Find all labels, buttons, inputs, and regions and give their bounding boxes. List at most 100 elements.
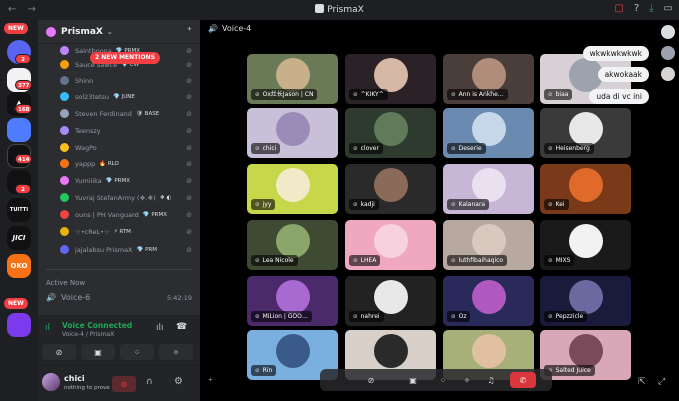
voice-stage: 🔊 Voice-4 ⊘ Ox灶长Jason | CN ⊘ ^KIKY^ ⊘ Ann is A… <box>200 20 679 401</box>
member-row[interactable]: Shinn ⊘ <box>60 73 192 88</box>
participant-tile[interactable]: ⊘ Ox灶长Jason | CN <box>247 54 338 104</box>
server-icon[interactable] <box>7 118 31 142</box>
mic-muted-button[interactable]: ⊘ <box>112 376 136 392</box>
member-row[interactable]: WagPo ⊘ <box>60 140 192 155</box>
server-icon[interactable]: JICI <box>7 226 31 250</box>
server-icon[interactable] <box>7 313 31 337</box>
participant-name: jyy <box>262 201 272 208</box>
chat-bubble: uda di vc ini <box>589 89 649 104</box>
headphones-icon[interactable]: ∩ <box>146 377 153 387</box>
participant-tile[interactable]: ⊘ nahrei <box>345 276 436 326</box>
avatar <box>60 109 69 118</box>
participant-avatar <box>471 334 506 368</box>
avatar <box>60 126 69 135</box>
server-icon[interactable]: OKO <box>7 254 31 278</box>
participant-tile[interactable]: ⊘ Deserie <box>443 108 534 158</box>
participant-tile[interactable]: ⊘ luthfibaihaqico <box>443 220 534 270</box>
screen-share-button[interactable]: ▣ <box>402 372 424 388</box>
chat-bubble: akwokaak <box>597 67 649 82</box>
voice-channel-timer: 5:42:19 <box>166 293 192 302</box>
participant-tile[interactable]: ⊘ Heisenberg <box>540 108 631 158</box>
unread-count-badge: 2 <box>15 54 31 64</box>
member-row[interactable]: jajalabsu PrismaX 💎 PRM ⊘ <box>60 242 192 257</box>
member-row[interactable]: Steven Ferdinand 🛡 BASE ⊘ <box>60 106 192 121</box>
participant-tile[interactable]: ⊘ Kalanara <box>443 164 534 214</box>
user-avatar-icon[interactable] <box>661 25 675 39</box>
mic-off-icon: ⊘ <box>186 176 192 185</box>
member-row[interactable]: sol23tetsu 💎 JUNE ⊘ <box>60 89 192 104</box>
participant-tile[interactable]: ⊘ Oz <box>443 276 534 326</box>
member-row[interactable]: Yuvraj StefanArmy (❖,❖) ❖ ◐ ⊘ <box>60 190 192 205</box>
disconnect-icon[interactable]: ☎ <box>176 322 187 332</box>
member-row[interactable]: Yumiiika 💎 PRMX ⊘ <box>60 173 192 188</box>
mic-off-icon: ⊘ <box>451 92 456 98</box>
voice-connected-title: Voice Connected <box>62 321 133 330</box>
avatar[interactable] <box>42 373 60 391</box>
user-avatar-icon[interactable] <box>661 67 675 81</box>
avatar <box>60 227 69 236</box>
participant-tile[interactable]: ⊘ Ann is Ankhe… <box>443 54 534 104</box>
participant-tile[interactable]: ⊘ kadji <box>345 164 436 214</box>
participant-tile[interactable]: ⊘ LHEA <box>345 220 436 270</box>
participant-tile[interactable]: ⊘ MiLion | GOO… <box>247 276 338 326</box>
mic-off-icon: ⊘ <box>186 193 192 202</box>
participant-tile[interactable]: ⊘ clover <box>345 108 436 158</box>
participant-label: ⊘ Heisenberg <box>544 143 594 154</box>
chevron-down-icon: ⌄ <box>106 27 113 36</box>
member-name: WagPo <box>75 143 97 152</box>
voice-channel-voice-6[interactable]: 🔊 Voice-6 5:42:19 <box>46 293 192 302</box>
voice-channel-name: Voice-6 <box>60 293 91 302</box>
add-people-icon[interactable]: ⁺ <box>208 377 213 387</box>
participant-tile[interactable]: ⊘ jyy <box>247 164 338 214</box>
inbox-icon[interactable]: ▢ <box>614 3 623 14</box>
camera-button[interactable]: ⊘ <box>360 372 382 388</box>
camera-button[interactable]: ⊘ <box>42 344 76 360</box>
participant-label: ⊘ Oz <box>447 311 471 322</box>
user-avatar-icon[interactable] <box>661 46 675 60</box>
participant-tile[interactable]: ⊘Salted Juice <box>540 330 631 380</box>
unread-count-badge: 377 <box>15 80 33 90</box>
voice-connected-subtitle[interactable]: Voice-4 / PrismaX <box>62 331 114 338</box>
soundboard-button[interactable]: ✧ <box>159 344 193 360</box>
server-header[interactable]: PrismaX ⌄ ⁺ <box>38 20 200 44</box>
member-row[interactable]: yappp 🔥 RLO ⊘ <box>60 156 192 171</box>
participant-label: ⊘ MIXS <box>544 255 575 266</box>
participant-name: Kei <box>555 201 565 208</box>
participant-tile[interactable]: ⊘ MIXS <box>540 220 631 270</box>
hang-up-button[interactable]: ✆ <box>510 372 536 388</box>
participant-tile[interactable]: ⊘ ^KIKY^ <box>345 54 436 104</box>
new-mentions-pill[interactable]: 2 NEW MENTIONS <box>90 52 160 64</box>
activities-button[interactable]: ⁘ <box>120 344 154 360</box>
participant-name: ^KIKY^ <box>360 91 384 98</box>
participant-tile[interactable]: ⊘ chici <box>247 108 338 158</box>
download-icon[interactable]: ⤓ <box>649 3 653 14</box>
soundboard-button[interactable]: ✧ <box>456 372 478 388</box>
participant-label: ⊘ biaa <box>544 89 573 100</box>
member-name: Yuvraj StefanArmy (❖,❖) <box>75 193 156 202</box>
participant-avatar <box>275 58 310 92</box>
participant-tile[interactable]: ⊘ Kei <box>540 164 631 214</box>
server-icon[interactable]: TUITTI <box>7 198 31 222</box>
activities-button[interactable]: ⁘ <box>432 372 454 388</box>
noise-suppression-icon[interactable]: ılı <box>156 323 164 333</box>
gear-icon[interactable]: ⚙ <box>174 376 183 387</box>
screen-share-button[interactable]: ▣ <box>81 344 115 360</box>
music-button[interactable]: ♫ <box>480 372 502 388</box>
participant-label: ⊘ luthfibaihaqico <box>447 255 508 266</box>
user-panel: chici nothing to prove ⊘ ∩ ⚙ <box>38 365 200 401</box>
member-row[interactable]: ouns | PH Vanguard 💎 PRMX ⊘ <box>60 207 192 222</box>
window-title: PrismaX <box>0 4 679 15</box>
fullscreen-icon[interactable]: ⤢ <box>658 377 665 387</box>
add-user-icon[interactable]: ⁺ <box>187 26 192 37</box>
speaker-icon: 🔊 <box>46 293 56 302</box>
window-icon[interactable]: ▭ <box>664 3 673 14</box>
popout-icon[interactable]: ⇱ <box>638 377 646 387</box>
help-icon[interactable]: ? <box>634 3 639 14</box>
member-row[interactable]: Teenszy ⊘ <box>60 123 192 138</box>
member-tag: 🔥 RLO <box>99 160 119 167</box>
participant-label: ⊘ MiLion | GOO… <box>251 311 312 322</box>
mic-off-icon: ⊘ <box>120 379 128 389</box>
member-row[interactable]: ☆•cReL•☆ ⚡ RTM ⊘ <box>60 224 192 239</box>
participant-tile[interactable]: ⊘ Pepzzicle <box>540 276 631 326</box>
participant-tile[interactable]: ⊘ Lea Nicole <box>247 220 338 270</box>
